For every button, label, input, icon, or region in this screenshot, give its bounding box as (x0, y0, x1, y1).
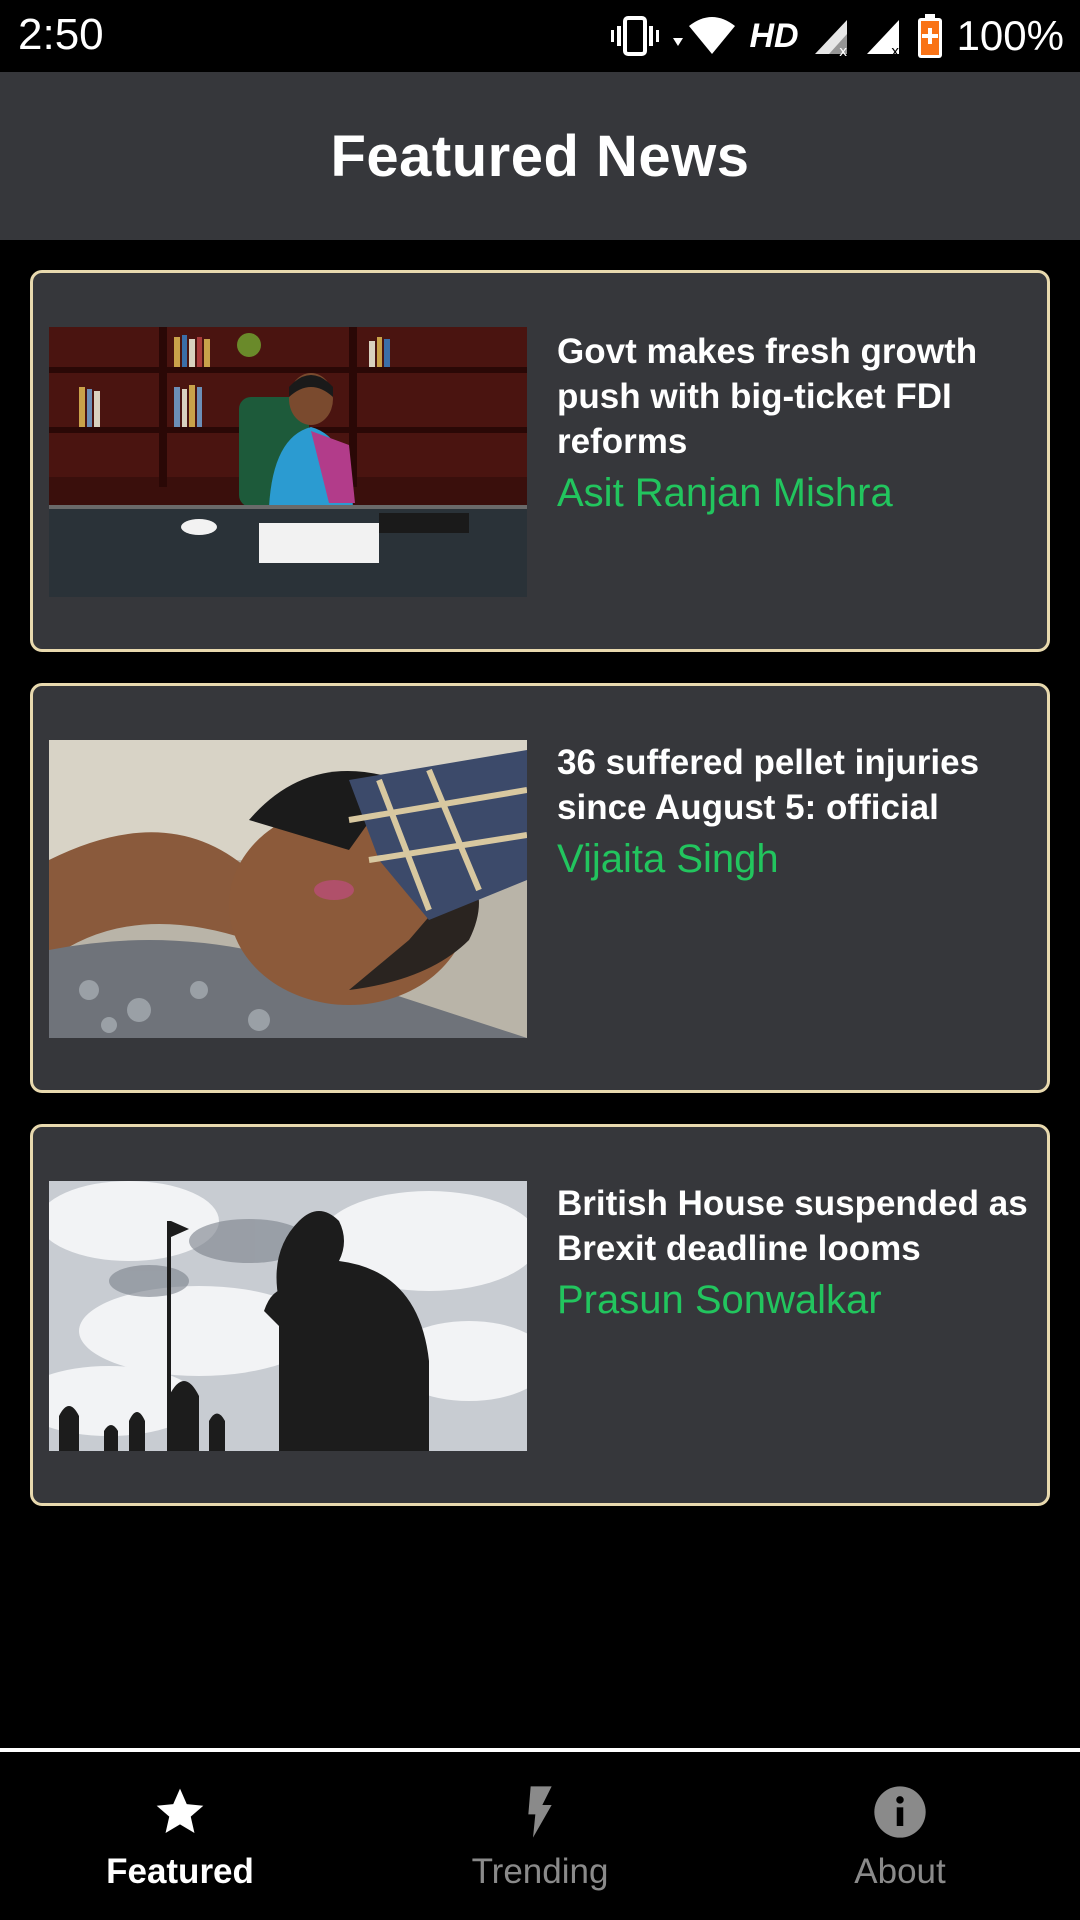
news-headline[interactable]: Govt makes fresh growth push with big-ti… (557, 329, 1031, 464)
news-headline[interactable]: British House suspended as Brexit deadli… (557, 1181, 1031, 1271)
nav-item-trending[interactable]: Trending (360, 1752, 720, 1920)
news-card[interactable]: Govt makes fresh growth push with big-ti… (30, 270, 1050, 652)
news-thumbnail (49, 740, 527, 1038)
signal-icon: x (813, 16, 851, 56)
bolt-icon (510, 1782, 570, 1842)
news-author: Prasun Sonwalkar (557, 1278, 882, 1322)
status-bar: 2:50 HD x x 100% (0, 0, 1080, 72)
nav-item-featured[interactable]: Featured (0, 1752, 360, 1920)
news-card[interactable]: 36 suffered pellet injuries since August… (30, 683, 1050, 1093)
info-icon (870, 1782, 930, 1842)
battery-charging-icon (917, 14, 943, 58)
news-text: British House suspended as Brexit deadli… (557, 1181, 1031, 1327)
star-icon (150, 1782, 210, 1842)
signal-icon: x (865, 16, 903, 56)
news-text: 36 suffered pellet injuries since August… (557, 740, 1031, 886)
svg-text:x: x (891, 44, 899, 56)
wifi-icon (673, 16, 736, 56)
news-author: Vijaita Singh (557, 837, 779, 881)
nav-label: About (854, 1852, 946, 1891)
news-thumbnail (49, 327, 527, 597)
page-title: Featured News (330, 123, 750, 189)
news-headline[interactable]: 36 suffered pellet injuries since August… (557, 740, 1031, 830)
news-card[interactable]: British House suspended as Brexit deadli… (30, 1124, 1050, 1506)
app-bar: Featured News (0, 72, 1080, 240)
nav-label: Trending (471, 1852, 609, 1891)
network-type-label: HD (749, 16, 799, 55)
svg-text:x: x (839, 44, 847, 56)
bottom-navigation: Featured Trending About (0, 1748, 1080, 1920)
status-time: 2:50 (18, 10, 104, 59)
nav-label: Featured (106, 1852, 254, 1891)
status-icons: HD x x 100% (611, 10, 1064, 62)
news-thumbnail (49, 1181, 527, 1451)
nav-item-about[interactable]: About (720, 1752, 1080, 1920)
news-text: Govt makes fresh growth push with big-ti… (557, 329, 1031, 520)
battery-percentage: 100% (956, 12, 1064, 59)
news-author: Asit Ranjan Mishra (557, 471, 893, 515)
vibrate-icon (611, 16, 660, 56)
